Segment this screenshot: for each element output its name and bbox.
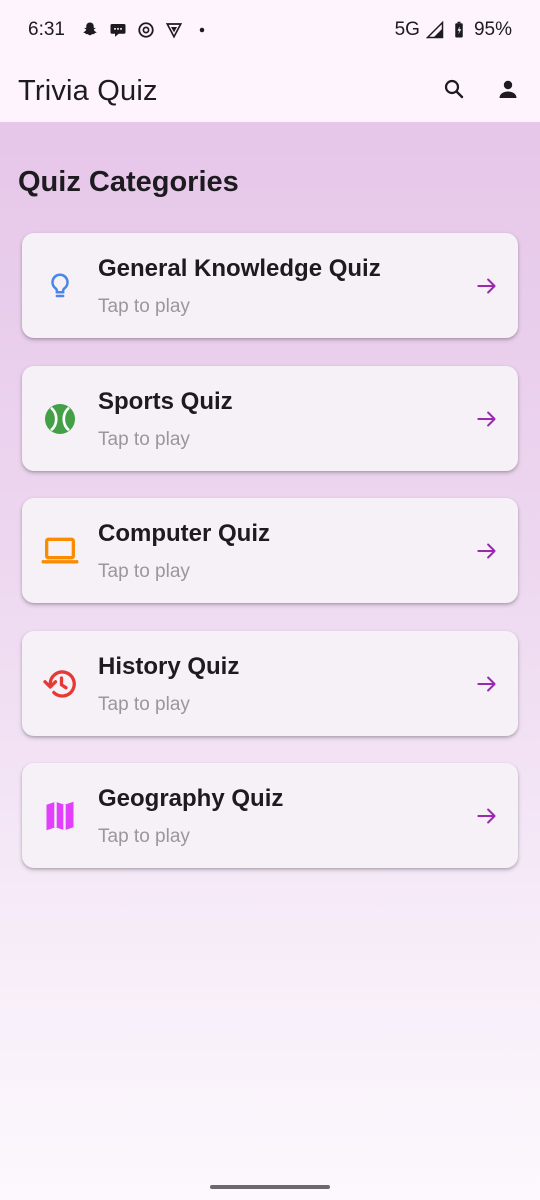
search-icon	[442, 77, 466, 106]
section-title: Quiz Categories	[18, 166, 239, 198]
battery-icon	[450, 21, 468, 39]
snapchat-icon	[81, 21, 99, 39]
search-button[interactable]	[440, 77, 468, 105]
arrow-forward-icon	[474, 406, 500, 432]
card-subtitle: Tap to play	[98, 826, 190, 847]
vpn-shield-icon	[165, 21, 183, 39]
status-bar: 6:31 5G 95%	[0, 0, 540, 60]
map-icon	[40, 796, 80, 836]
arrow-forward-icon	[474, 538, 500, 564]
card-title: General Knowledge Quiz	[98, 255, 381, 282]
network-type: 5G	[394, 19, 420, 40]
arrow-forward-icon	[474, 671, 500, 697]
status-time: 6:31	[28, 19, 65, 40]
home-indicator[interactable]	[210, 1185, 330, 1189]
history-icon	[40, 664, 80, 704]
card-title: Geography Quiz	[98, 785, 284, 812]
lightbulb-icon	[40, 266, 80, 306]
card-title: Computer Quiz	[98, 520, 270, 547]
card-subtitle: Tap to play	[98, 694, 190, 715]
signal-icon	[425, 20, 444, 39]
category-card-geography[interactable]: Geography Quiz Tap to play	[22, 763, 518, 868]
card-subtitle: Tap to play	[98, 561, 190, 582]
category-card-general-knowledge[interactable]: General Knowledge Quiz Tap to play	[22, 233, 518, 338]
category-card-computer[interactable]: Computer Quiz Tap to play	[22, 498, 518, 603]
battery-percent: 95%	[473, 19, 512, 40]
app-bar: Trivia Quiz	[0, 60, 540, 122]
category-card-history[interactable]: History Quiz Tap to play	[22, 631, 518, 736]
card-subtitle: Tap to play	[98, 429, 190, 450]
main-content: Quiz Categories General Knowledge Quiz T…	[0, 122, 540, 1200]
arrow-forward-icon	[474, 803, 500, 829]
threads-icon	[137, 21, 155, 39]
category-card-sports[interactable]: Sports Quiz Tap to play	[22, 366, 518, 471]
card-title: History Quiz	[98, 653, 240, 680]
app-title: Trivia Quiz	[18, 74, 158, 107]
chat-bubble-icon	[109, 21, 127, 39]
account-icon	[496, 77, 520, 106]
laptop-icon	[40, 531, 80, 571]
account-button[interactable]	[494, 77, 522, 105]
notification-dot-icon	[193, 21, 211, 39]
card-title: Sports Quiz	[98, 388, 233, 415]
tennis-ball-icon	[40, 399, 80, 439]
arrow-forward-icon	[474, 273, 500, 299]
card-subtitle: Tap to play	[98, 296, 190, 317]
